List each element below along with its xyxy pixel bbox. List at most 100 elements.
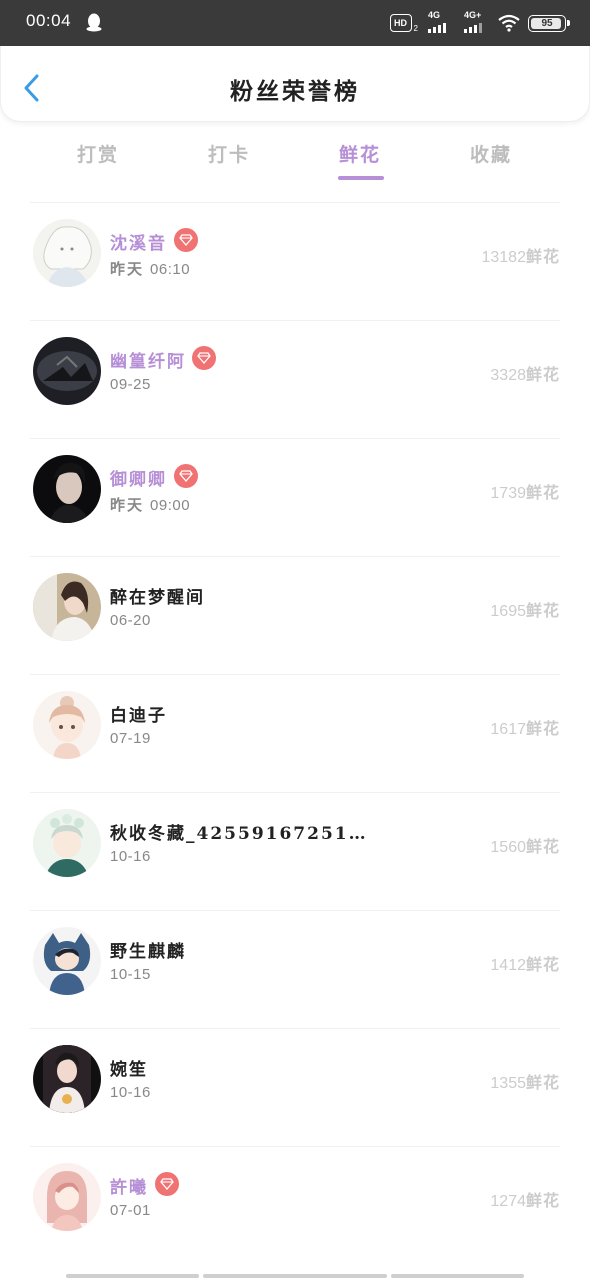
fan-name: 婉笙 <box>110 1060 148 1080</box>
flower-amount: 13182 <box>481 249 526 266</box>
fan-date-value: 10-15 <box>110 966 151 983</box>
fan-date-value: 07-01 <box>110 1202 151 1219</box>
fan-date-value: 09-25 <box>110 376 151 393</box>
signal-icon-2: 4G+ <box>462 10 490 34</box>
vip-diamond-icon <box>155 1172 179 1196</box>
vip-diamond-icon <box>192 346 216 370</box>
page-title: 粉丝荣誉榜 <box>230 78 360 105</box>
fan-date-value: 07-19 <box>110 730 151 747</box>
list-item[interactable]: 秋收冬藏_42559167251… 10-16 1560鲜花 <box>30 792 560 910</box>
flower-unit: 鲜花 <box>525 719 560 738</box>
vip-diamond-icon <box>174 228 198 252</box>
avatar[interactable] <box>33 1163 101 1231</box>
avatar[interactable] <box>33 219 101 287</box>
battery-icon: 95 <box>528 14 570 32</box>
fan-date: 07-01 <box>110 1202 151 1219</box>
flower-unit: 鲜花 <box>525 955 560 974</box>
list-item[interactable]: 沈溪音 昨天 06:10 13182鲜花 <box>30 202 560 320</box>
flower-count: 1617鲜花 <box>490 715 560 739</box>
flower-amount: 1355 <box>490 1075 526 1092</box>
fan-date-value: 06:10 <box>150 261 191 278</box>
flower-unit: 鲜花 <box>525 837 560 856</box>
fan-date: 昨天 06:10 <box>110 258 190 279</box>
fan-date-value: 09:00 <box>150 497 191 514</box>
flower-count: 13182鲜花 <box>481 243 560 267</box>
list-item[interactable]: 醉在梦醒间 06-20 1695鲜花 <box>30 556 560 674</box>
flower-amount: 1560 <box>490 839 526 856</box>
fan-date: 07-19 <box>110 730 151 747</box>
battery-level: 95 <box>541 17 553 29</box>
flower-unit: 鲜花 <box>525 365 560 384</box>
avatar[interactable] <box>33 573 101 641</box>
page-header: 粉丝荣誉榜 <box>0 46 590 122</box>
fan-name: 御卿卿 <box>110 470 167 490</box>
tab-bar: 打赏 打卡 鲜花 收藏 <box>0 130 590 190</box>
list-item[interactable]: 婉笙 10-16 1355鲜花 <box>30 1028 560 1146</box>
flower-count: 1560鲜花 <box>490 833 560 857</box>
fan-name: 野生麒麟 <box>110 942 186 962</box>
avatar[interactable] <box>33 809 101 877</box>
flower-amount: 1412 <box>490 957 526 974</box>
fan-date: 10-15 <box>110 966 151 983</box>
status-time: 00:04 <box>26 11 72 30</box>
flower-count: 1412鲜花 <box>490 951 560 975</box>
flower-amount: 1617 <box>490 721 526 738</box>
signal-label-2: 4G+ <box>464 10 482 20</box>
list-item[interactable]: 白迪子 07-19 1617鲜花 <box>30 674 560 792</box>
list-item[interactable]: 幽篁纤阿 09-25 3328鲜花 <box>30 320 560 438</box>
vip-diamond-icon <box>174 464 198 488</box>
avatar[interactable] <box>33 691 101 759</box>
tab-favorites[interactable]: 收藏 <box>451 140 531 167</box>
flower-count: 1695鲜花 <box>490 597 560 621</box>
tab-reward[interactable]: 打赏 <box>58 140 138 167</box>
fan-date: 昨天 09:00 <box>110 494 190 515</box>
fan-date: 09-25 <box>110 376 151 393</box>
avatar[interactable] <box>33 1045 101 1113</box>
flower-unit: 鲜花 <box>525 601 560 620</box>
flower-count: 1355鲜花 <box>490 1069 560 1093</box>
avatar[interactable] <box>33 455 101 523</box>
fan-date-value: 10-16 <box>110 848 151 865</box>
flower-count: 3328鲜花 <box>490 361 560 385</box>
fan-date-prefix: 昨天 <box>110 496 145 514</box>
fan-name: 白迪子 <box>110 706 167 726</box>
fan-date: 06-20 <box>110 612 151 629</box>
avatar[interactable] <box>33 337 101 405</box>
flower-count: 1274鲜花 <box>490 1187 560 1211</box>
list-item[interactable]: 御卿卿 昨天 09:00 1739鲜花 <box>30 438 560 556</box>
hd-icon: HD <box>389 14 412 32</box>
fan-name: 醉在梦醒间 <box>110 588 205 608</box>
fan-name: 幽篁纤阿 <box>110 352 186 372</box>
flower-count: 1739鲜花 <box>490 479 560 503</box>
qq-icon <box>86 13 102 32</box>
flower-amount: 1739 <box>490 485 526 502</box>
list-item[interactable]: 野生麒麟 10-15 1412鲜花 <box>30 910 560 1028</box>
fan-date-value: 06-20 <box>110 612 151 629</box>
wifi-icon <box>498 14 520 32</box>
signal-label: 4G <box>428 10 441 20</box>
fan-name: 沈溪音 <box>110 234 167 254</box>
tab-checkin[interactable]: 打卡 <box>189 140 269 167</box>
fan-date: 10-16 <box>110 848 151 865</box>
fan-date-value: 10-16 <box>110 1084 151 1101</box>
status-bar: 00:04 HD 2 4G 4G+ 95 <box>0 0 590 46</box>
hd-sub: 2 <box>413 23 418 33</box>
bottom-scroll-indicator <box>66 1274 524 1278</box>
fan-date-prefix: 昨天 <box>110 260 145 278</box>
flower-amount: 1695 <box>490 603 526 620</box>
signal-icon: 4G <box>426 10 454 34</box>
avatar[interactable] <box>33 927 101 995</box>
list-item[interactable]: 許曦 07-01 1274鲜花 <box>30 1146 560 1264</box>
tab-active-indicator <box>338 176 384 180</box>
flower-amount: 1274 <box>490 1193 526 1210</box>
fan-date: 10-16 <box>110 1084 151 1101</box>
flower-unit: 鲜花 <box>525 1191 560 1210</box>
flower-amount: 3328 <box>490 367 526 384</box>
flower-unit: 鲜花 <box>525 1073 560 1092</box>
flower-unit: 鲜花 <box>525 247 560 266</box>
fan-name: 秋收冬藏_42559167251… <box>110 824 368 844</box>
flower-unit: 鲜花 <box>525 483 560 502</box>
tab-flowers[interactable]: 鲜花 <box>320 140 400 167</box>
fan-list: 沈溪音 昨天 06:10 13182鲜花 幽篁纤阿 09-25 3328鲜花 御卿… <box>0 202 590 1264</box>
fan-name: 許曦 <box>110 1178 148 1198</box>
